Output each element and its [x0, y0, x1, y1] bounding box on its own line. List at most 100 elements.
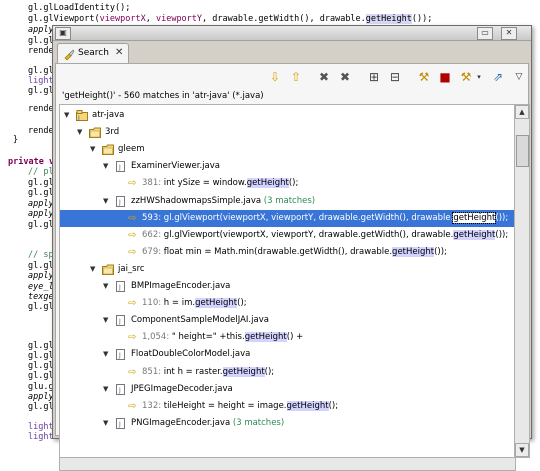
match-prefix: int h = raster. [163, 366, 223, 377]
svg-text:J: J [77, 115, 80, 121]
file-row[interactable]: ▼ JzzHWShadowmapsSimple.java (3 matches) [60, 193, 515, 210]
match-prefix: gl.glViewport(viewportX, viewportY, draw… [163, 212, 454, 223]
expand-twisty-icon[interactable]: ▼ [103, 158, 108, 175]
expand-twisty-icon[interactable]: ▼ [64, 107, 69, 124]
svg-text:J: J [118, 164, 121, 171]
run-search-icon[interactable]: ⚒ [416, 69, 432, 85]
match-highlight: getHeight [195, 298, 238, 309]
view-menu-icon[interactable]: ▽ [511, 69, 527, 85]
match-suffix: ()); [495, 212, 509, 223]
search-tab[interactable]: Search ✕ [57, 43, 129, 64]
search-window[interactable]: ▣ ▭ ✕ Search ✕ ⇩ ⇧ ✖ ✖ ⊞ ⊟ ⚒ ■ ⚒ ▾ ⇗ ▽ '… [52, 25, 532, 471]
match-line-number: 1,054: [142, 332, 170, 343]
match-line-number: 679: [142, 246, 162, 257]
match-text: 1,054: " height=" +this.getHeight() + [142, 329, 303, 346]
file-row[interactable]: ▼ J PNGImageEncoder.java (3 matches) [60, 415, 515, 432]
remove-match-icon[interactable]: ✖ [316, 69, 332, 85]
file-row[interactable]: ▼ J ComponentSampleModelJAI.java [60, 312, 515, 329]
expand-twisty-icon[interactable]: ▼ [103, 415, 108, 432]
match-prefix: gl.glViewport(viewportX, viewportY, draw… [163, 229, 454, 240]
expand-all-icon[interactable]: ⊞ [366, 69, 382, 85]
code-line: gl.gl [28, 371, 54, 381]
match-arrow-icon: ⇨ [128, 366, 137, 378]
project-icon: J [76, 110, 88, 122]
match-row[interactable]: ⇨ 851: int h = raster.getHeight(); [60, 364, 515, 381]
tree-item-label: BMPImageEncoder.java [131, 278, 230, 295]
tree-item-label: ComponentSampleModelJAI.java [131, 312, 269, 329]
folder-row[interactable]: ▼ 3rd [60, 124, 515, 141]
match-suffix: ()); [434, 246, 447, 257]
file-row[interactable]: ▼ J BMPImageEncoder.java [60, 278, 515, 295]
tab-label: Search [78, 48, 109, 58]
close-window-icon[interactable]: ✕ [501, 27, 517, 40]
tree-item-label: FloatDoubleColorModel.java [131, 346, 250, 363]
match-row[interactable]: ⇨ 110: h = im.getHeight(); [60, 295, 515, 312]
expand-twisty-icon[interactable]: ▼ [103, 278, 108, 295]
scroll-up-icon[interactable]: ▲ [515, 105, 529, 119]
match-line-number: 851: [142, 366, 162, 377]
remove-all-matches-icon[interactable]: ✖ [337, 69, 353, 85]
code-line: gl.gl [28, 86, 54, 96]
match-suffix: (); [237, 298, 247, 309]
svg-text:J: J [118, 199, 121, 206]
folder-row[interactable]: ▼ gleem [60, 141, 515, 158]
match-arrow-icon: ⇨ [128, 298, 137, 310]
search-toolbar: ⇩ ⇧ ✖ ✖ ⊞ ⊟ ⚒ ■ ⚒ ▾ ⇗ ▽ [56, 64, 528, 90]
search-results-tree[interactable]: ▼ Jatr-java ▼ 3rd ▼ gleem ▼ J ExaminerViewer.jav… [59, 104, 516, 458]
match-line-number: 593: [142, 212, 162, 223]
horizontal-scrollbar[interactable] [59, 457, 516, 471]
window-menu-icon[interactable]: ▣ [55, 27, 71, 40]
chevron-down-icon[interactable]: ▾ [471, 69, 487, 85]
match-prefix: int ySize = window. [163, 178, 247, 189]
match-highlight: getHeight [244, 332, 287, 343]
scroll-down-icon[interactable]: ▼ [515, 443, 529, 457]
match-row[interactable]: ⇨ 679: float min = Math.min(drawable.getW… [60, 244, 515, 261]
match-highlight: getHeight [222, 366, 265, 377]
folder-row[interactable]: ▼ Jatr-java [60, 107, 515, 124]
match-highlight: getHeight [392, 246, 435, 257]
tree-item-label: ExaminerViewer.java [131, 158, 220, 175]
code-line: // sp [28, 250, 54, 260]
match-row[interactable]: ⇨ 381: int ySize = window.getHeight(); [60, 175, 515, 192]
vertical-scrollbar[interactable]: ▲ ▼ [514, 104, 530, 458]
match-prefix: tileHeight = height = image. [163, 400, 287, 411]
tree-item-label: gleem [118, 141, 145, 158]
match-row[interactable]: ⇨ 593: gl.glViewport(viewportX, viewportY… [60, 209, 515, 227]
expand-twisty-icon[interactable]: ▼ [103, 193, 108, 210]
tree-item-text: jai_src [118, 263, 145, 274]
match-highlight: getHeight [453, 229, 496, 240]
java-file-icon: J [115, 315, 126, 327]
window-titlebar[interactable]: ▣ ▭ ✕ [53, 26, 531, 41]
file-row[interactable]: ▼ J FloatDoubleColorModel.java [60, 346, 515, 363]
match-arrow-icon: ⇨ [128, 178, 137, 190]
java-file-icon: J [115, 383, 126, 395]
next-match-icon[interactable]: ⇩ [267, 69, 283, 85]
expand-twisty-icon[interactable]: ▼ [90, 261, 95, 278]
restore-icon[interactable]: ▭ [477, 27, 493, 40]
search-summary: 'getHeight()' - 560 matches in 'atr-java… [62, 91, 264, 101]
expand-twisty-icon[interactable]: ▼ [90, 141, 95, 158]
match-row[interactable]: ⇨ 662: gl.glViewport(viewportX, viewportY… [60, 227, 515, 244]
collapse-all-icon[interactable]: ⊟ [387, 69, 403, 85]
expand-twisty-icon[interactable]: ▼ [103, 381, 108, 398]
match-text: 851: int h = raster.getHeight(); [142, 364, 274, 381]
match-highlight: getHeight [286, 400, 329, 411]
expand-twisty-icon[interactable]: ▼ [77, 124, 82, 141]
file-row[interactable]: ▼ J ExaminerViewer.java [60, 158, 515, 175]
match-row[interactable]: ⇨ 1,054: " height=" +this.getHeight() + [60, 329, 515, 346]
match-row[interactable]: ⇨ 132: tileHeight = height = image.getHei… [60, 398, 515, 415]
svg-text:J: J [118, 421, 121, 428]
tab-close-icon[interactable]: ✕ [115, 47, 123, 58]
scrollbar-thumb[interactable] [516, 135, 529, 167]
cancel-search-icon[interactable]: ■ [437, 69, 453, 85]
match-line-number: 132: [142, 400, 162, 411]
folder-row[interactable]: ▼ jai_src [60, 261, 515, 278]
file-row[interactable]: ▼ J JPEGImageDecoder.java [60, 381, 515, 398]
expand-twisty-icon[interactable]: ▼ [103, 346, 108, 363]
match-suffix: (); [264, 366, 275, 377]
match-arrow-icon: ⇨ [128, 332, 137, 344]
previous-match-icon[interactable]: ⇧ [288, 69, 304, 85]
pin-view-icon[interactable]: ⇗ [490, 69, 506, 85]
expand-twisty-icon[interactable]: ▼ [103, 312, 108, 329]
tree-item-text: BMPImageEncoder.java [131, 281, 231, 291]
